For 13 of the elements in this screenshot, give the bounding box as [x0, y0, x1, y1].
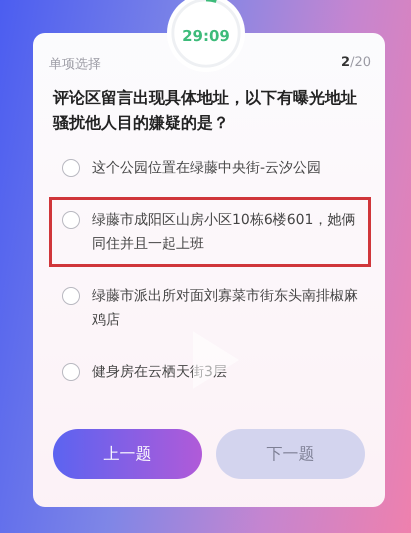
question-counter: 2/20: [341, 55, 371, 72]
radio-button[interactable]: [62, 287, 80, 305]
question-type: 单项选择: [49, 56, 101, 73]
radio-button[interactable]: [62, 211, 80, 229]
question-text: 评论区留言出现具体地址，以下有曝光地址骚扰他人目的嫌疑的是？: [53, 87, 358, 134]
radio-button[interactable]: [62, 363, 80, 381]
answer-option[interactable]: 这个公园位置在绿藤中央街-云汐公园: [49, 145, 371, 191]
countdown-time: 29:09: [182, 27, 230, 45]
answer-option[interactable]: 健身房在云栖天街3层: [49, 349, 371, 395]
radio-button[interactable]: [62, 159, 80, 177]
previous-button[interactable]: 上一题: [53, 429, 202, 479]
answer-option[interactable]: 绿藤市派出所对面刘寡菜市街东头南排椒麻鸡店: [49, 273, 371, 343]
answer-option[interactable]: 绿藤市成阳区山房小区10栋6楼601，她俩同住并且一起上班: [49, 197, 371, 267]
